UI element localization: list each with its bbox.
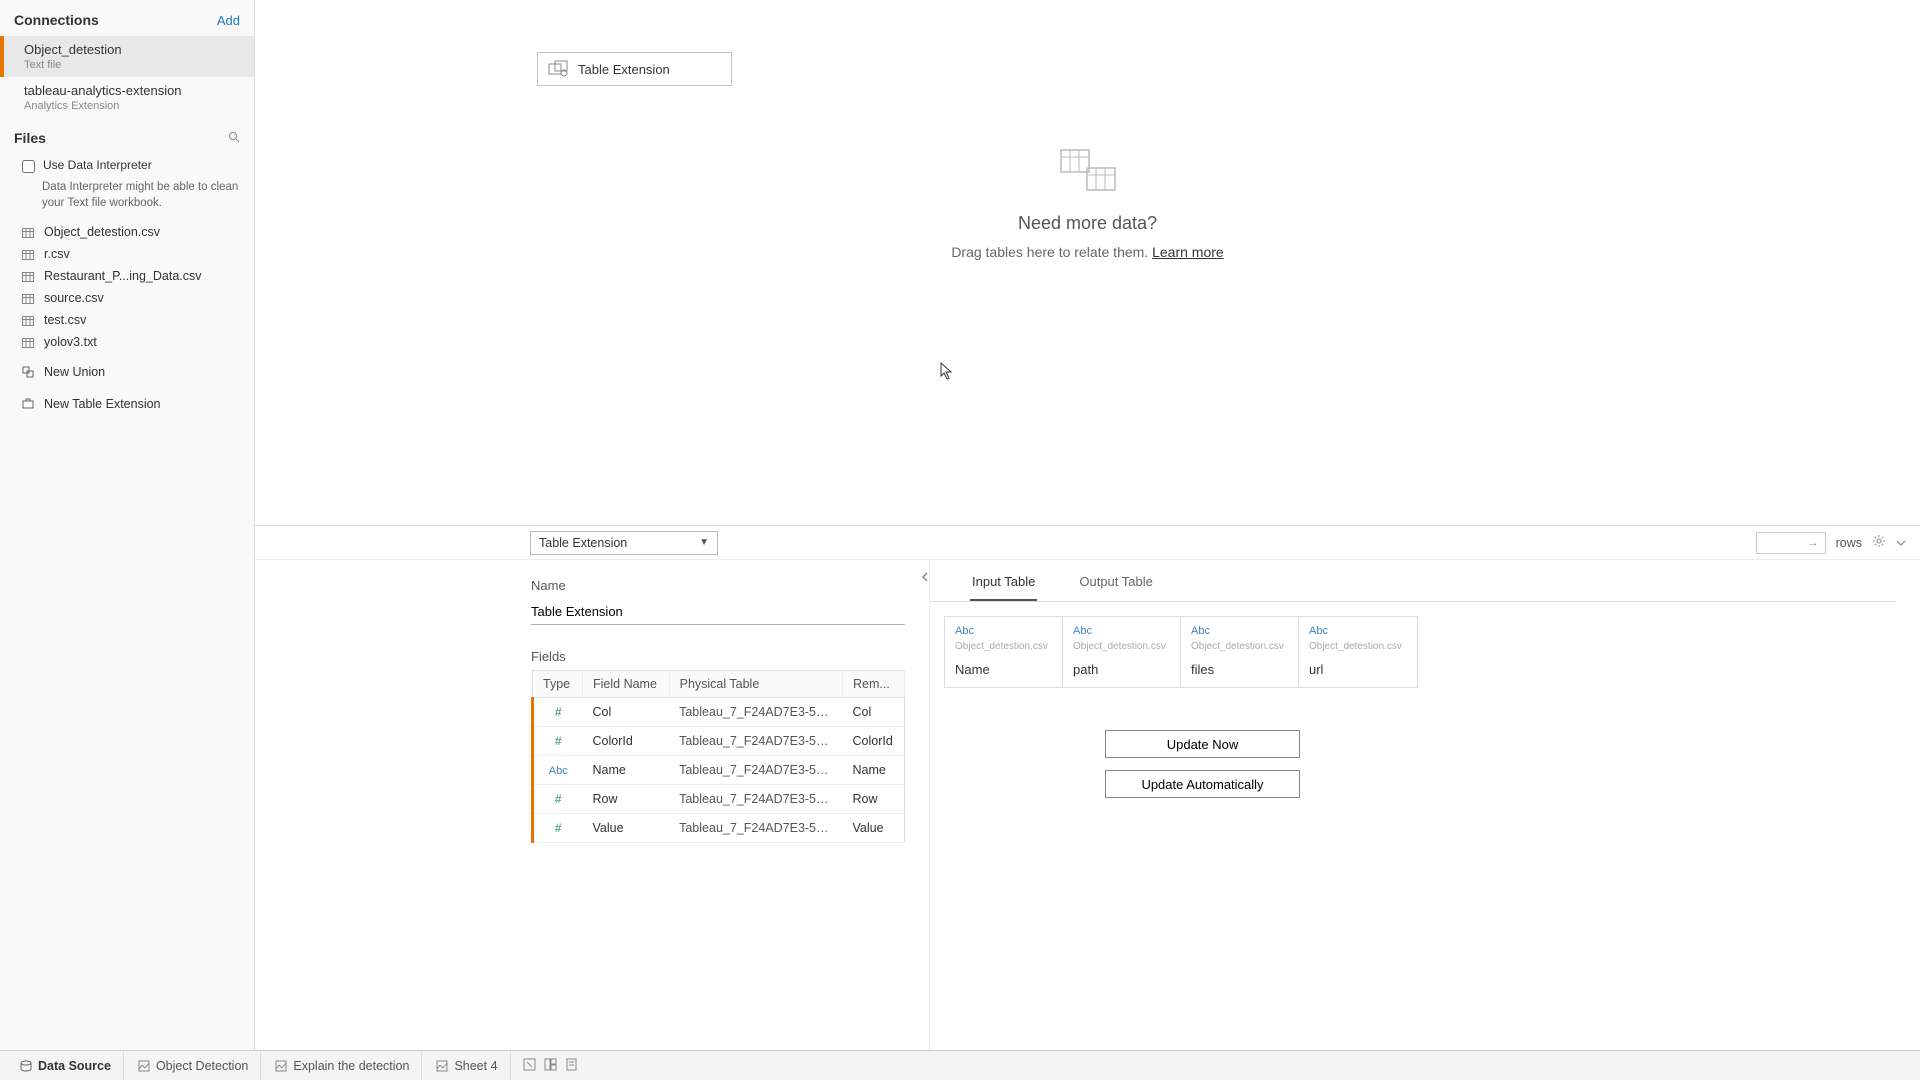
string-type-icon: Abc <box>1073 625 1170 637</box>
new-dashboard-icon[interactable] <box>544 1058 557 1074</box>
name-input[interactable] <box>531 599 905 625</box>
new-union-label: New Union <box>44 365 105 379</box>
table-icon <box>22 271 34 281</box>
table-icon <box>22 249 34 259</box>
new-worksheet-icon[interactable] <box>523 1058 536 1074</box>
string-type-icon: Abc <box>1191 625 1288 637</box>
number-type-icon: # <box>555 792 562 806</box>
number-type-icon: # <box>555 821 562 835</box>
field-row[interactable]: #ValueTableau_7_F24AD7E3-5DA8-...Value <box>533 814 905 843</box>
sheet-tab[interactable]: Explain the detection <box>263 1051 422 1080</box>
field-row[interactable]: #ColTableau_7_F24AD7E3-5DA8-...Col <box>533 698 905 727</box>
table-icon <box>22 293 34 303</box>
learn-more-link[interactable]: Learn more <box>1152 244 1224 260</box>
data-interpreter-checkbox[interactable] <box>22 160 35 173</box>
relate-tables-icon <box>1053 145 1123 195</box>
string-type-icon: Abc <box>1309 625 1407 637</box>
need-more-data-hint: Need more data? Drag tables here to rela… <box>888 145 1288 260</box>
string-type-icon: Abc <box>549 765 568 777</box>
tab-data-source[interactable]: Data Source <box>8 1051 124 1080</box>
connection-item[interactable]: Object_detestionText file <box>0 36 254 77</box>
new-ext-label: New Table Extension <box>44 397 161 411</box>
data-source-icon <box>20 1060 32 1072</box>
file-item[interactable]: source.csv <box>0 287 254 309</box>
table-extension-pill[interactable]: Table Extension <box>537 52 732 86</box>
gear-icon[interactable] <box>1872 534 1886 551</box>
field-row[interactable]: AbcNameTableau_7_F24AD7E3-5DA8-...Name <box>533 756 905 785</box>
file-item[interactable]: yolov3.txt <box>0 331 254 353</box>
files-title: Files <box>14 130 46 146</box>
bottom-tabs: Data Source Object DetectionExplain the … <box>0 1050 1920 1080</box>
connection-item[interactable]: tableau-analytics-extensionAnalytics Ext… <box>0 77 254 118</box>
new-story-icon[interactable] <box>565 1058 578 1074</box>
sheet-tab[interactable]: Sheet 4 <box>424 1051 510 1080</box>
search-icon[interactable] <box>228 131 240 146</box>
table-icon <box>22 227 34 237</box>
file-item[interactable]: Restaurant_P...ing_Data.csv <box>0 265 254 287</box>
tab-output-table[interactable]: Output Table <box>1077 568 1154 601</box>
sidebar: Connections Add Object_detestionText fil… <box>0 0 255 1050</box>
table-selector-dropdown[interactable]: Table Extension ▼ <box>530 531 718 555</box>
need-more-subtitle: Drag tables here to relate them. Learn m… <box>888 244 1288 260</box>
number-type-icon: # <box>555 705 562 719</box>
table-icon <box>22 315 34 325</box>
output-column[interactable]: AbcObject_detestion.csvpath <box>1063 617 1181 687</box>
canvas[interactable]: Table Extension Need more data? <box>255 0 1920 525</box>
output-panel: Input Table Output Table AbcObject_detes… <box>930 560 1920 1050</box>
new-table-extension[interactable]: New Table Extension <box>0 391 254 417</box>
name-label: Name <box>531 578 905 593</box>
rows-label: rows <box>1836 536 1862 550</box>
col-remote: Rem... <box>842 671 904 698</box>
output-column[interactable]: AbcObject_detestion.csvName <box>945 617 1063 687</box>
cursor-icon <box>940 362 954 380</box>
worksheet-icon <box>275 1060 287 1072</box>
lower-toolbar: Table Extension ▼ → rows <box>255 526 1920 560</box>
col-field: Field Name <box>583 671 670 698</box>
sheet-tab[interactable]: Object Detection <box>126 1051 261 1080</box>
arrow-right-icon: → <box>1808 537 1819 549</box>
worksheet-icon <box>138 1060 150 1072</box>
field-row[interactable]: #RowTableau_7_F24AD7E3-5DA8-...Row <box>533 785 905 814</box>
output-column[interactable]: AbcObject_detestion.csvurl <box>1299 617 1417 687</box>
config-panel: Name Fields Type Field Name Physical Tab… <box>255 560 930 1050</box>
field-row[interactable]: #ColorIdTableau_7_F24AD7E3-5DA8-...Color… <box>533 727 905 756</box>
new-union[interactable]: New Union <box>0 359 254 385</box>
connections-title: Connections <box>14 12 99 28</box>
col-type: Type <box>533 671 583 698</box>
number-type-icon: # <box>555 734 562 748</box>
fields-table: Type Field Name Physical Table Rem... #C… <box>531 670 905 843</box>
file-item[interactable]: test.csv <box>0 309 254 331</box>
output-column[interactable]: AbcObject_detestion.csvfiles <box>1181 617 1299 687</box>
caret-down-icon[interactable] <box>1896 535 1906 551</box>
add-connection-link[interactable]: Add <box>217 13 240 28</box>
update-now-button[interactable]: Update Now <box>1105 730 1300 758</box>
fields-label: Fields <box>531 649 905 664</box>
string-type-icon: Abc <box>955 625 1052 637</box>
data-interpreter-desc: Data Interpreter might be able to clean … <box>0 177 254 221</box>
union-icon <box>22 366 34 378</box>
need-more-title: Need more data? <box>888 213 1288 234</box>
extension-icon <box>22 398 34 410</box>
chevron-down-icon: ▼ <box>699 537 709 548</box>
table-extension-label: Table Extension <box>578 62 670 77</box>
tab-input-table[interactable]: Input Table <box>970 568 1037 601</box>
rows-input[interactable]: → <box>1756 532 1826 554</box>
table-icon <box>22 337 34 347</box>
update-automatically-button[interactable]: Update Automatically <box>1105 770 1300 798</box>
data-interpreter-label: Use Data Interpreter <box>43 158 152 172</box>
file-item[interactable]: Object_detestion.csv <box>0 221 254 243</box>
collapse-left-icon[interactable] <box>920 570 930 586</box>
col-physical: Physical Table <box>669 671 842 698</box>
table-extension-icon <box>548 60 568 78</box>
file-item[interactable]: r.csv <box>0 243 254 265</box>
worksheet-icon <box>436 1060 448 1072</box>
